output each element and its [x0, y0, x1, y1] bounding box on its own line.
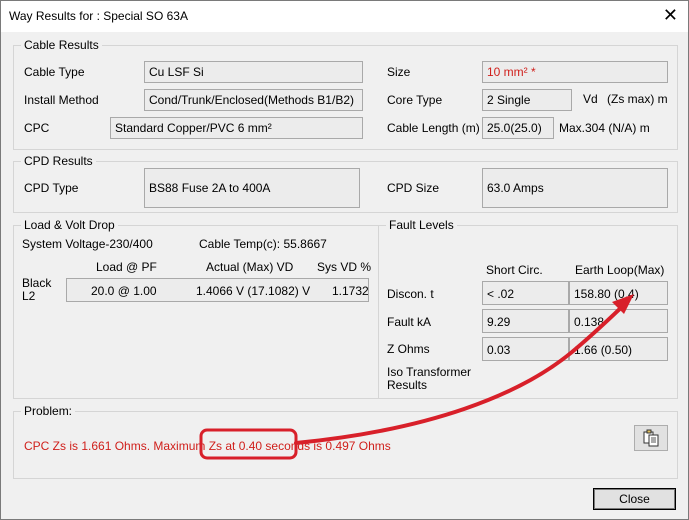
core-type-label: Core Type: [387, 93, 443, 107]
fault-ka-earth-field: 0.138: [569, 309, 668, 333]
cable-type-label: Cable Type: [24, 65, 85, 79]
row-label-l2: L2: [22, 289, 36, 303]
col-sys-header: Sys VD %: [317, 260, 372, 274]
cable-length-label: Cable Length (m): [387, 121, 480, 135]
cable-temp-text: Cable Temp(c): 55.8667: [199, 237, 327, 251]
size-label: Size: [387, 65, 411, 79]
z-ohms-label: Z Ohms: [387, 342, 430, 356]
title-bar: Way Results for : Special SO 63A ✕: [1, 1, 688, 32]
col-actual-header: Actual (Max) VD: [206, 260, 294, 274]
sys-vd-value: 1.1732: [332, 284, 369, 298]
system-voltage-text: System Voltage-230/400: [22, 237, 153, 251]
zs-max-label: (Zs max) m: [607, 92, 668, 106]
core-type-field: 2 Single: [482, 89, 572, 111]
discon-short-field: < .02: [482, 281, 569, 305]
install-method-label: Install Method: [24, 93, 99, 107]
cpd-size-field: 63.0 Amps: [482, 168, 668, 208]
iso-results-label: Results: [387, 378, 428, 392]
cpd-results-title: CPD Results: [21, 154, 96, 168]
window-title: Way Results for : Special SO 63A: [9, 9, 188, 23]
vd-label: Vd: [583, 92, 598, 106]
cpc-label: CPC: [24, 121, 50, 135]
size-field: 10 mm² *: [482, 61, 668, 83]
clipboard-icon: [643, 429, 659, 447]
fault-ka-label: Fault kA: [387, 315, 432, 329]
discon-earth-field: 158.80 (0.4): [569, 281, 668, 305]
problem-message: CPC Zs is 1.661 Ohms. Maximum Zs at 0.40…: [24, 439, 391, 453]
install-method-field: Cond/Trunk/Enclosed(Methods B1/B2): [144, 89, 363, 111]
cable-length-field: 25.0(25.0): [482, 117, 554, 139]
discon-label: Discon. t: [387, 287, 434, 301]
col-load-header: Load @ PF: [96, 260, 157, 274]
load-row-field: 20.0 @ 1.00 1.4066 V (17.1082) V 1.1732: [66, 278, 369, 302]
col-short-header: Short Circ.: [486, 263, 543, 277]
fault-levels-title: Fault Levels: [386, 218, 457, 232]
z-ohms-earth-field: 1.66 (0.50): [569, 337, 668, 361]
copy-button[interactable]: [634, 425, 668, 451]
max-length-value: Max.304 (N/A) m: [559, 121, 650, 135]
actual-vd-value: 1.4066 V (17.1082) V: [196, 284, 311, 298]
col-earth-header: Earth Loop(Max): [575, 263, 665, 277]
problem-title: Problem:: [21, 404, 76, 418]
close-button[interactable]: Close: [593, 488, 676, 510]
cpd-type-label: CPD Type: [24, 181, 79, 195]
load-volt-drop-group: Load & Volt Drop: [13, 218, 379, 399]
cable-results-title: Cable Results: [21, 38, 102, 52]
cable-type-field: Cu LSF Si: [144, 61, 363, 83]
iso-transformer-label: Iso Transformer: [387, 365, 472, 379]
cpd-size-label: CPD Size: [387, 181, 440, 195]
fault-ka-short-field: 9.29: [482, 309, 569, 333]
cpc-field: Standard Copper/PVC 6 mm²: [110, 117, 363, 139]
close-icon[interactable]: ✕: [663, 5, 678, 25]
cpd-type-field: BS88 Fuse 2A to 400A: [144, 168, 360, 208]
load-volt-drop-title: Load & Volt Drop: [21, 218, 118, 232]
z-ohms-short-field: 0.03: [482, 337, 569, 361]
load-value: 20.0 @ 1.00: [91, 284, 157, 298]
row-label-black: Black: [22, 276, 52, 290]
dialog-window: Way Results for : Special SO 63A ✕ Cable…: [0, 0, 689, 520]
